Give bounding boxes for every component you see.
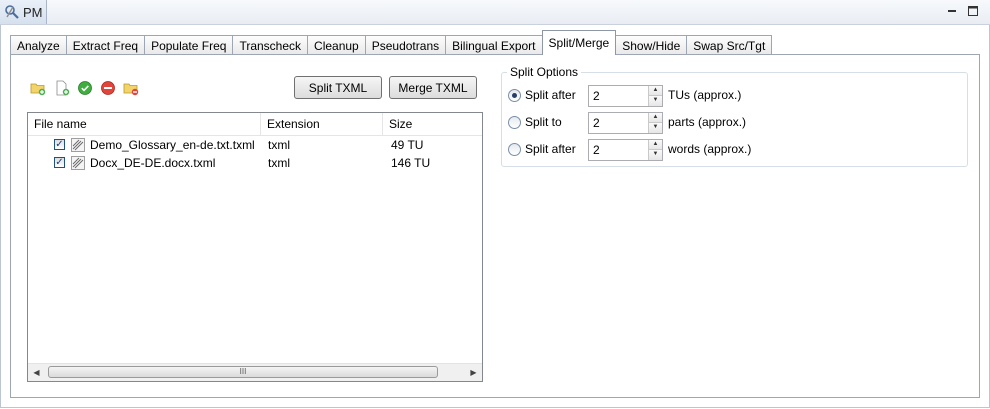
view-tab-pm[interactable]: PM — [0, 0, 47, 24]
spinner-up-icon[interactable]: ▲ — [648, 113, 662, 123]
words-count-spinner[interactable]: ▲ ▼ — [588, 139, 663, 161]
spinner-up-icon[interactable]: ▲ — [648, 140, 662, 150]
column-header-size[interactable]: Size — [383, 113, 482, 135]
tab-extract-freq[interactable]: Extract Freq — [65, 35, 146, 55]
file-table: File name Extension Size ✓ Demo_Glossary… — [27, 112, 483, 382]
split-after-words-option: Split after ▲ ▼ words (approx.) — [508, 139, 968, 161]
scroll-right-icon[interactable]: ▶ — [465, 364, 482, 381]
split-after-words-radio[interactable] — [508, 143, 521, 156]
words-count-input[interactable] — [593, 143, 643, 157]
tab-populate-freq[interactable]: Populate Freq — [144, 35, 234, 55]
unit-label: words (approx.) — [668, 142, 752, 156]
remove-icon[interactable] — [100, 80, 116, 96]
table-row[interactable]: ✓ Docx_DE-DE.docx.txml txml 146 TU — [28, 154, 482, 172]
split-to-parts-radio[interactable] — [508, 116, 521, 129]
tab-cleanup[interactable]: Cleanup — [307, 35, 366, 55]
table-header: File name Extension Size — [28, 113, 482, 136]
tus-count-input[interactable] — [593, 89, 643, 103]
size-cell: 146 TU — [391, 156, 431, 170]
spinner-down-icon[interactable]: ▼ — [648, 150, 662, 160]
split-after-tus-option: Split after ▲ ▼ TUs (approx.) — [508, 85, 968, 107]
extension-cell: txml — [268, 138, 290, 152]
horizontal-scrollbar[interactable]: ◀ III ▶ — [28, 363, 482, 381]
spinner-down-icon[interactable]: ▼ — [648, 96, 662, 106]
add-file-icon[interactable] — [54, 80, 70, 96]
maximize-icon[interactable] — [966, 4, 980, 18]
extension-cell: txml — [268, 156, 290, 170]
split-txml-button[interactable]: Split TXML — [294, 76, 382, 99]
split-options-title: Split Options — [507, 65, 582, 79]
parts-count-input[interactable] — [593, 116, 643, 130]
tus-count-spinner[interactable]: ▲ ▼ — [588, 85, 663, 107]
file-name-cell: Demo_Glossary_en-de.txt.txml — [90, 138, 255, 152]
check-icon[interactable] — [77, 80, 93, 96]
view-header: PM — [0, 0, 990, 25]
view-title: PM — [23, 4, 43, 20]
unit-label: parts (approx.) — [668, 115, 747, 129]
tab-bilingual-export[interactable]: Bilingual Export — [445, 35, 543, 55]
spinner-down-icon[interactable]: ▼ — [648, 123, 662, 133]
tab-bar: Analyze Extract Freq Populate Freq Trans… — [10, 30, 773, 55]
split-after-tus-radio[interactable] — [508, 89, 521, 102]
parts-count-spinner[interactable]: ▲ ▼ — [588, 112, 663, 134]
row-checkbox[interactable]: ✓ — [54, 139, 65, 150]
size-cell: 49 TU — [391, 138, 424, 152]
tools-icon — [5, 5, 19, 19]
split-to-parts-option: Split to ▲ ▼ parts (approx.) — [508, 112, 968, 134]
table-row[interactable]: ✓ Demo_Glossary_en-de.txt.txml txml 49 T… — [28, 136, 482, 154]
tab-swap-src-tgt[interactable]: Swap Src/Tgt — [686, 35, 773, 55]
unit-label: TUs (approx.) — [668, 88, 742, 102]
tab-transcheck[interactable]: Transcheck — [232, 35, 309, 55]
scroll-left-icon[interactable]: ◀ — [28, 364, 45, 381]
tab-show-hide[interactable]: Show/Hide — [615, 35, 688, 55]
add-folder-icon[interactable] — [30, 80, 46, 96]
row-checkbox[interactable]: ✓ — [54, 157, 65, 168]
tab-split-merge[interactable]: Split/Merge — [541, 30, 617, 55]
column-header-file-name[interactable]: File name — [28, 113, 261, 135]
option-label: Split to — [525, 115, 562, 129]
folder-remove-icon[interactable] — [123, 80, 139, 96]
minimize-icon[interactable] — [945, 4, 959, 18]
option-label: Split after — [525, 142, 576, 156]
tab-pseudotrans[interactable]: Pseudotrans — [364, 35, 447, 55]
spinner-up-icon[interactable]: ▲ — [648, 86, 662, 96]
column-header-extension[interactable]: Extension — [261, 113, 383, 135]
option-label: Split after — [525, 88, 576, 102]
txml-file-icon — [71, 156, 85, 170]
file-name-cell: Docx_DE-DE.docx.txml — [90, 156, 216, 170]
scroll-thumb[interactable]: III — [48, 366, 438, 378]
merge-txml-button[interactable]: Merge TXML — [389, 76, 477, 99]
tab-analyze[interactable]: Analyze — [10, 35, 67, 55]
txml-file-icon — [71, 138, 85, 152]
